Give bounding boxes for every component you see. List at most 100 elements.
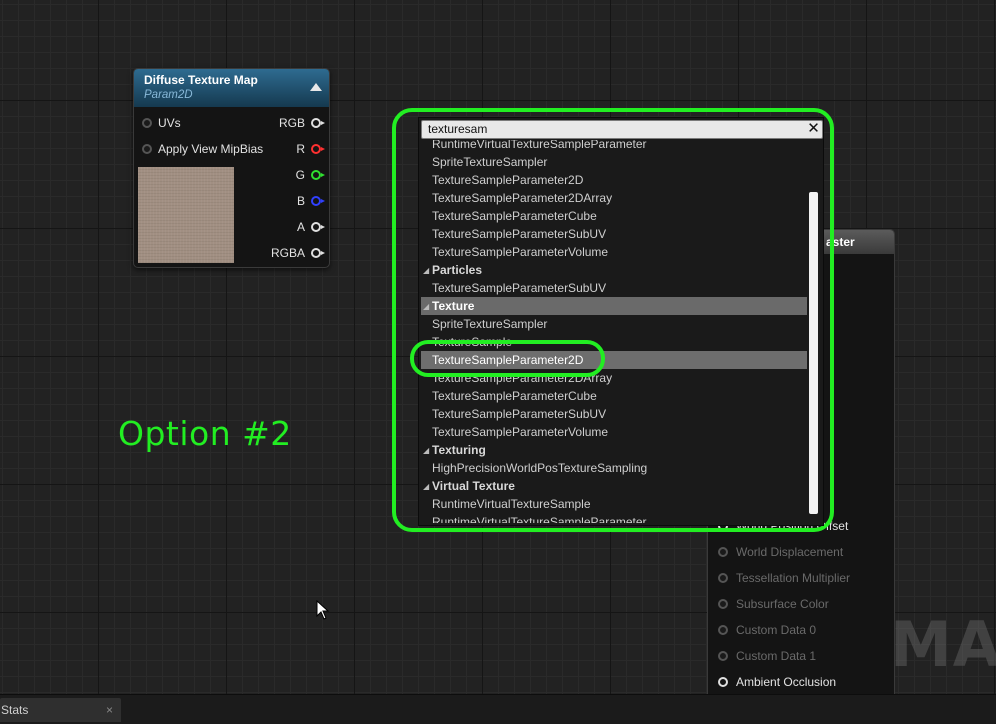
row-label: TextureSampleParameterCube [432,389,597,403]
result-item[interactable]: HighPrecisionWorldPosTextureSampling [421,459,807,477]
row-label: Texturing [432,443,486,457]
result-item[interactable]: RuntimeVirtualTextureSampleParameter [421,513,807,523]
row-label: TextureSampleParameterVolume [432,245,609,259]
material-watermark: MAT [890,608,996,681]
clear-search-icon[interactable]: ✕ [806,121,821,137]
pin-circle-icon[interactable] [311,196,325,206]
output-pin-rgba[interactable]: RGBA [270,244,325,262]
result-item[interactable]: TextureSampleParameterSubUV [421,225,807,243]
input-pin-mipbias[interactable]: Apply View MipBias [142,140,263,158]
pin-circle-icon[interactable] [718,625,728,635]
search-input[interactable]: texturesam ✕ [421,120,823,139]
search-value: texturesam [428,122,488,136]
input-pin-uvs[interactable]: UVs [142,114,181,132]
pin-circle-icon[interactable] [718,573,728,583]
row-label: RuntimeVirtualTextureSampleParameter [432,140,647,151]
master-pin-world-displacement[interactable]: World Displacement [718,545,843,559]
close-tab-icon[interactable]: × [106,698,113,722]
row-label: SpriteTextureSampler [432,317,548,331]
result-item[interactable]: RuntimeVirtualTextureSample [421,495,807,513]
master-pin-custom-data-0[interactable]: Custom Data 0 [718,623,816,637]
result-list-viewport[interactable]: RuntimeVirtualTextureSampleParameter Spri… [421,140,807,523]
result-scrollbar[interactable] [807,140,819,523]
pin-circle-icon[interactable] [718,547,728,557]
mouse-cursor-icon [316,600,330,620]
row-label: Virtual Texture [432,479,515,493]
pin-label: B [296,194,305,208]
expand-triangle-icon[interactable]: ◢ [423,298,432,316]
result-item[interactable]: TextureSampleParameterCube [421,387,807,405]
row-label: SpriteTextureSampler [432,155,548,169]
result-item[interactable]: TextureSampleParameterVolume [421,423,807,441]
node-subtitle: Param2D [144,89,193,101]
pin-label: G [295,168,305,182]
result-item[interactable]: TextureSampleParameter2DArray [421,189,807,207]
result-item[interactable]: TextureSampleParameterSubUV [421,279,807,297]
master-pin-subsurface-color[interactable]: Subsurface Color [718,597,829,611]
row-label: TextureSampleParameterCube [432,209,597,223]
pin-circle-icon[interactable] [142,118,152,128]
pin-label: Subsurface Color [736,597,829,611]
scrollbar-thumb[interactable] [809,192,818,514]
master-pin-tessellation[interactable]: Tessellation Multiplier [718,571,850,585]
result-item[interactable]: RuntimeVirtualTextureSampleParameter [421,140,807,153]
option-annotation: Option #2 [118,414,292,453]
tab-label: Stats [1,703,29,717]
result-item[interactable]: TextureSampleParameterVolume [421,243,807,261]
selected-item-highlight-outline [410,340,605,377]
category-row[interactable]: ◢ Texture [421,297,807,315]
pin-label: UVs [158,116,181,130]
pin-circle-icon[interactable] [311,170,325,180]
output-pin-r[interactable]: R [296,140,325,158]
row-label: TextureSampleParameter2D [432,173,584,187]
pin-circle-icon[interactable] [311,248,325,258]
pin-label: RGBA [270,246,305,260]
pin-label: A [296,220,305,234]
collapse-arrow-icon[interactable] [310,83,322,91]
node-header[interactable]: Diffuse Texture Map Param2D [134,69,329,107]
row-label: TextureSampleParameterSubUV [432,227,607,241]
row-label: Texture [432,299,475,313]
pin-label: World Displacement [736,545,844,559]
row-label: TextureSampleParameter2DArray [432,191,613,205]
expand-triangle-icon[interactable]: ◢ [423,262,432,280]
row-label: TextureSampleParameterVolume [432,425,609,439]
row-label: RuntimeVirtualTextureSample [432,497,591,511]
pin-circle-icon[interactable] [311,144,325,154]
result-list[interactable]: RuntimeVirtualTextureSampleParameter Spri… [421,140,807,523]
result-item[interactable]: TextureSampleParameterCube [421,207,807,225]
output-pin-a[interactable]: A [296,218,325,236]
pin-circle-icon[interactable] [718,599,728,609]
result-item[interactable]: TextureSampleParameterSubUV [421,405,807,423]
category-row[interactable]: ◢ Particles [421,261,807,279]
category-row[interactable]: ◢ Virtual Texture [421,477,807,495]
output-pin-rgb[interactable]: RGB [278,114,325,132]
bottom-tab-bar: Stats × [0,694,996,724]
pin-label: Tessellation Multiplier [736,571,851,585]
pin-circle-icon[interactable] [718,677,728,687]
result-item[interactable]: SpriteTextureSampler [421,153,807,171]
master-pin-ambient-occlusion[interactable]: Ambient Occlusion [718,675,836,689]
pin-label: RGB [278,116,305,130]
row-label: TextureSampleParameterSubUV [432,281,607,295]
row-label: TextureSampleParameterSubUV [432,407,607,421]
node-search-palette[interactable]: texturesam ✕ RuntimeVirtualTextureSample… [418,117,824,526]
tab-stats[interactable]: Stats × [0,698,121,722]
texture-param-node[interactable]: Diffuse Texture Map Param2D UVs Apply Vi… [133,68,330,268]
output-pin-g[interactable]: G [295,166,325,184]
pin-label: R [296,142,305,156]
pin-label: Ambient Occlusion [736,675,837,689]
result-item[interactable]: TextureSampleParameter2D [421,171,807,189]
pin-circle-icon[interactable] [142,144,152,154]
category-row[interactable]: ◢ Texturing [421,441,807,459]
result-item[interactable]: SpriteTextureSampler [421,315,807,333]
pin-circle-icon[interactable] [311,222,325,232]
pin-circle-icon[interactable] [718,651,728,661]
master-pin-custom-data-1[interactable]: Custom Data 1 [718,649,816,663]
expand-triangle-icon[interactable]: ◢ [423,442,432,460]
pin-label: Custom Data 1 [736,649,817,663]
row-label: Particles [432,263,483,277]
expand-triangle-icon[interactable]: ◢ [423,478,432,496]
pin-circle-icon[interactable] [311,118,325,128]
output-pin-b[interactable]: B [296,192,325,210]
